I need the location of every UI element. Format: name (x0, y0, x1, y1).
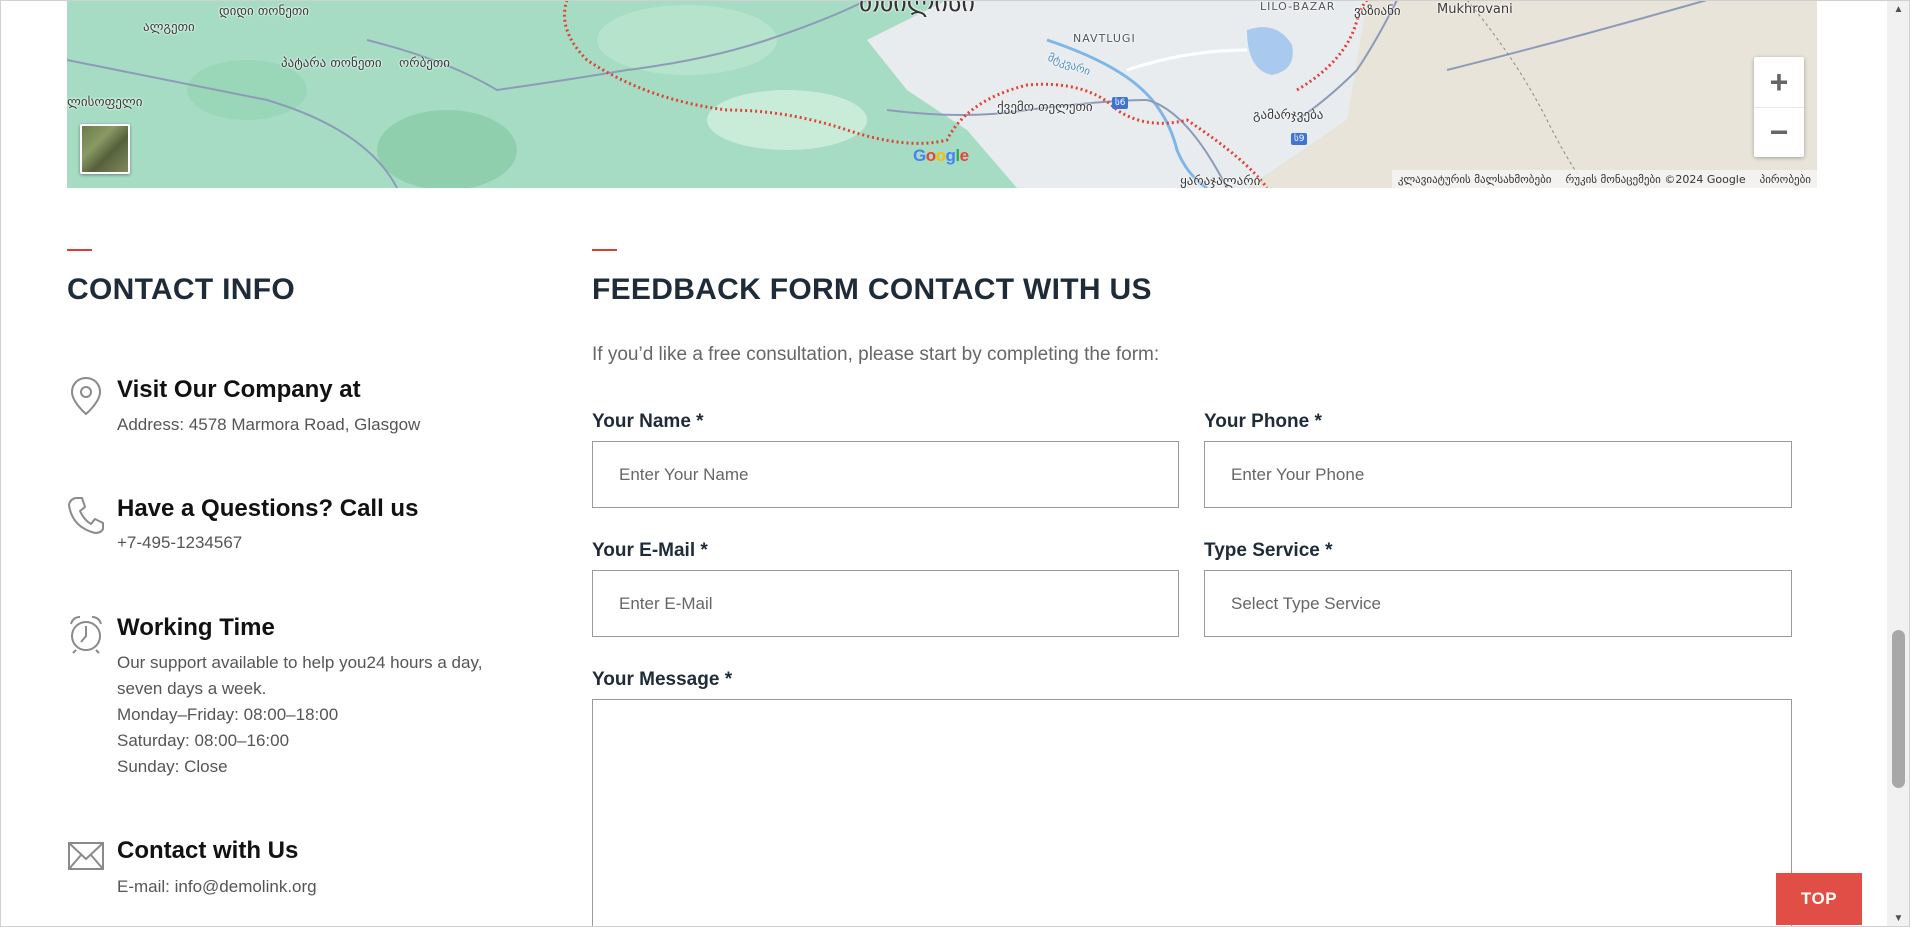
email-input[interactable] (592, 570, 1179, 637)
working-time-line: Monday–Friday: 08:00–18:00 (117, 705, 339, 724)
phone-icon (68, 497, 104, 534)
map-label: NAVTLUGI (1073, 32, 1136, 45)
phone-input[interactable] (1204, 441, 1792, 508)
map-label: ალგეთი (143, 20, 195, 35)
section-accent-line (67, 249, 92, 251)
working-time-line: Our support available to help you24 hour… (117, 653, 483, 672)
feedback-form-title: FEEDBACK FORM CONTACT WITH US (592, 273, 1152, 306)
zoom-in-button[interactable]: + (1754, 57, 1804, 107)
road-shield: ს6 (1112, 97, 1129, 109)
satellite-view-toggle[interactable] (80, 124, 130, 174)
zoom-out-button[interactable]: − (1754, 107, 1804, 157)
name-label: Your Name * (592, 411, 704, 432)
map-data-text: რუკის მონაცემები ©2024 Google (1565, 172, 1746, 186)
call-heading: Have a Questions? Call us (117, 495, 419, 522)
page-scrollbar[interactable]: ▲ ▼ (1887, 0, 1910, 927)
scroll-down-arrow-icon[interactable]: ▼ (1887, 909, 1910, 927)
embedded-map[interactable]: თბილისი ალგეთი დიდი თონეთი პატარა თონეთი… (67, 0, 1817, 188)
map-label: პატარა თონეთი (281, 56, 382, 71)
phone-label: Your Phone * (1204, 411, 1322, 432)
service-select[interactable]: Select Type Service (1204, 570, 1792, 637)
section-accent-line (592, 249, 617, 251)
visit-heading: Visit Our Company at (117, 376, 361, 403)
google-logo: Google (913, 146, 969, 165)
message-label: Your Message * (592, 669, 733, 690)
map-attribution: კლავიატურის მალსახმობები რუკის მონაცემებ… (1391, 170, 1817, 188)
map-label-city: თბილისი (859, 0, 975, 18)
phone-number-text[interactable]: +7-495-1234567 (117, 530, 242, 556)
name-input[interactable] (592, 441, 1179, 508)
back-to-top-button[interactable]: TOP (1776, 873, 1862, 925)
form-intro-text: If you’d like a free consultation, pleas… (592, 344, 1160, 365)
map-label: Mukhrovani (1437, 2, 1513, 17)
working-time-line: Saturday: 08:00–16:00 (117, 731, 290, 750)
map-label: LILO-BAZAR (1260, 0, 1336, 13)
working-time-heading: Working Time (117, 614, 275, 641)
map-label: ვაზიანი (1354, 4, 1401, 19)
email-label: Your E-Mail * (592, 540, 708, 561)
zoom-controls: + − (1754, 57, 1804, 157)
alarm-clock-icon (70, 616, 102, 654)
working-time-line: Sunday: Close (117, 757, 228, 776)
map-label: გამარჯვება (1253, 108, 1324, 123)
terms-link[interactable]: პირობები (1760, 173, 1811, 186)
contact-with-us-heading: Contact with Us (117, 837, 299, 864)
map-label: ქვემო თელეთი (997, 100, 1093, 115)
map-label: ორბეთი (399, 56, 451, 71)
envelope-icon (68, 842, 104, 870)
email-text[interactable]: E-mail: info@demolink.org (117, 874, 317, 900)
map-label: დიდი თონეთი (219, 4, 310, 19)
contact-info-title: CONTACT INFO (67, 273, 296, 306)
scroll-up-arrow-icon[interactable]: ▲ (1887, 0, 1910, 18)
service-label: Type Service * (1204, 540, 1333, 561)
map-label: ყარაჯალარი (1180, 174, 1261, 188)
keyboard-shortcuts-link[interactable]: კლავიატურის მალსახმობები (1398, 173, 1552, 186)
map-label: ლისოფელი (67, 95, 143, 110)
scroll-thumb[interactable] (1892, 630, 1905, 788)
location-pin-icon (70, 376, 102, 416)
working-time-line: seven days a week. (117, 679, 267, 698)
message-textarea[interactable] (592, 699, 1792, 927)
road-shield: ს9 (1291, 133, 1308, 145)
address-text: Address: 4578 Marmora Road, Glasgow (117, 415, 421, 434)
